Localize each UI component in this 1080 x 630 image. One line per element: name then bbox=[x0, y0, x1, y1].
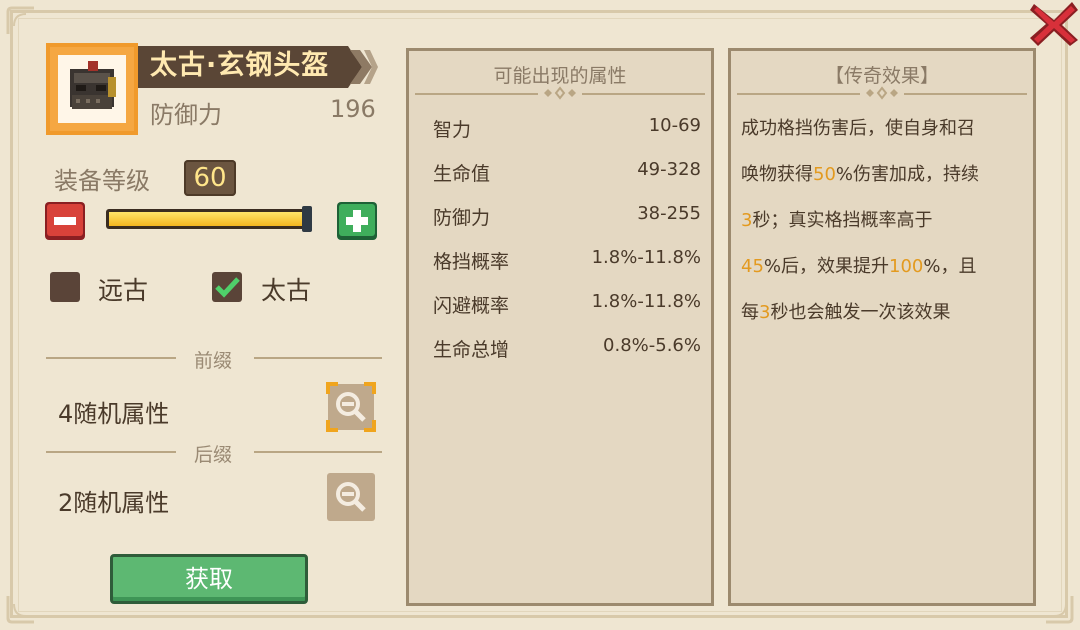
suffix-title: 后缀 bbox=[194, 444, 233, 466]
legend-text-line: 每3秒也会触发一次该效果 bbox=[741, 298, 950, 324]
grade-label-primal: 太古 bbox=[261, 276, 312, 305]
attribute-range: 1.8%-11.8% bbox=[591, 247, 701, 268]
legend-text: 每 bbox=[741, 302, 759, 323]
attribute-range: 0.8%-5.6% bbox=[603, 335, 701, 356]
close-icon bbox=[1030, 2, 1078, 46]
item-name: 太古·玄钢头盔 bbox=[150, 50, 330, 81]
level-slider-fill bbox=[109, 212, 305, 226]
level-label: 装备等级 bbox=[54, 167, 150, 195]
legend-panel: 【传奇效果】 成功格挡伤害后，使自身和召 唤物获得50%伤害加成，持续 3秒；真实格… bbox=[728, 48, 1036, 606]
attribute-range: 1.8%-11.8% bbox=[591, 291, 701, 312]
prefix-title: 前缀 bbox=[194, 350, 233, 372]
item-slot[interactable] bbox=[46, 43, 138, 135]
suffix-text: 2随机属性 bbox=[58, 489, 170, 517]
divider bbox=[254, 451, 382, 453]
stat-value: 196 bbox=[330, 95, 376, 123]
legend-highlight-value: 50 bbox=[813, 164, 836, 185]
divider bbox=[46, 357, 176, 359]
legend-highlight-value: 3 bbox=[741, 210, 753, 231]
attribute-range: 10-69 bbox=[648, 115, 701, 136]
prefix-text: 4随机属性 bbox=[58, 400, 170, 428]
item-slot-bg bbox=[58, 55, 126, 123]
attribute-range: 38-255 bbox=[637, 203, 701, 224]
attribute-range: 49-328 bbox=[637, 159, 701, 180]
legend-text-line: 唤物获得50%伤害加成，持续 bbox=[741, 160, 979, 186]
attribute-name: 格挡概率 bbox=[433, 251, 510, 273]
plus-icon bbox=[337, 202, 377, 240]
get-button[interactable]: 获取 bbox=[110, 554, 308, 604]
check-icon bbox=[215, 277, 240, 298]
corner-ornament-icon bbox=[4, 4, 44, 44]
corner-ornament-icon bbox=[4, 586, 44, 626]
attributes-panel: 可能出现的属性 智力 10-69 生命值 49-328 防御力 38-255 格挡概率 1.8… bbox=[406, 48, 714, 606]
grade-checkbox-ancient[interactable] bbox=[50, 272, 80, 302]
level-slider-handle[interactable] bbox=[302, 206, 312, 232]
attribute-name: 智力 bbox=[433, 119, 472, 141]
minus-icon bbox=[45, 202, 85, 240]
legend-text: 秒；真实格挡概率高于 bbox=[752, 210, 933, 231]
legend-highlight-value: 3 bbox=[759, 302, 771, 323]
legend-highlight-value: 100 bbox=[889, 256, 924, 277]
grade-checkbox-primal[interactable] bbox=[212, 272, 242, 302]
divider bbox=[254, 357, 382, 359]
legend-text: %，且 bbox=[923, 256, 977, 277]
magnifier-icon bbox=[327, 473, 375, 521]
legend-text: %伤害加成，持续 bbox=[835, 164, 980, 185]
attribute-name: 生命总增 bbox=[433, 339, 510, 361]
legend-text: %后，效果提升 bbox=[763, 256, 890, 277]
legend-text: 成功格挡伤害后，使自身和召 bbox=[741, 118, 975, 139]
legend-text: 唤物获得 bbox=[741, 164, 813, 185]
legend-text-line: 3秒；真实格挡概率高于 bbox=[741, 206, 932, 232]
legend-text-line: 成功格挡伤害后，使自身和召 bbox=[741, 114, 975, 140]
legend-panel-title: 【传奇效果】 bbox=[824, 65, 939, 87]
corner-ornament-icon bbox=[1036, 586, 1076, 626]
legend-text: 秒也会触发一次该效果 bbox=[770, 302, 951, 323]
legend-highlight-value: 45 bbox=[741, 256, 764, 277]
suffix-magnify-button[interactable] bbox=[326, 472, 376, 522]
increase-level-button[interactable] bbox=[336, 201, 378, 241]
attribute-name: 防御力 bbox=[433, 207, 491, 229]
ornament-icon bbox=[538, 85, 582, 101]
divider bbox=[46, 451, 176, 453]
attribute-name: 闪避概率 bbox=[433, 295, 510, 317]
helmet-icon bbox=[70, 61, 116, 109]
ornament-icon bbox=[860, 85, 904, 101]
prefix-magnify-button[interactable] bbox=[324, 380, 378, 434]
magnifier-icon bbox=[326, 382, 376, 432]
decrease-level-button[interactable] bbox=[44, 201, 86, 241]
level-value: 60 bbox=[184, 160, 236, 196]
close-button[interactable] bbox=[1028, 0, 1080, 48]
level-slider[interactable] bbox=[106, 206, 312, 232]
attributes-panel-title: 可能出现的属性 bbox=[493, 65, 627, 87]
grade-label-ancient: 远古 bbox=[98, 276, 149, 305]
stat-label: 防御力 bbox=[150, 101, 222, 129]
attribute-name: 生命值 bbox=[433, 163, 491, 185]
legend-text-line: 45%后，效果提升100%，且 bbox=[741, 252, 976, 278]
